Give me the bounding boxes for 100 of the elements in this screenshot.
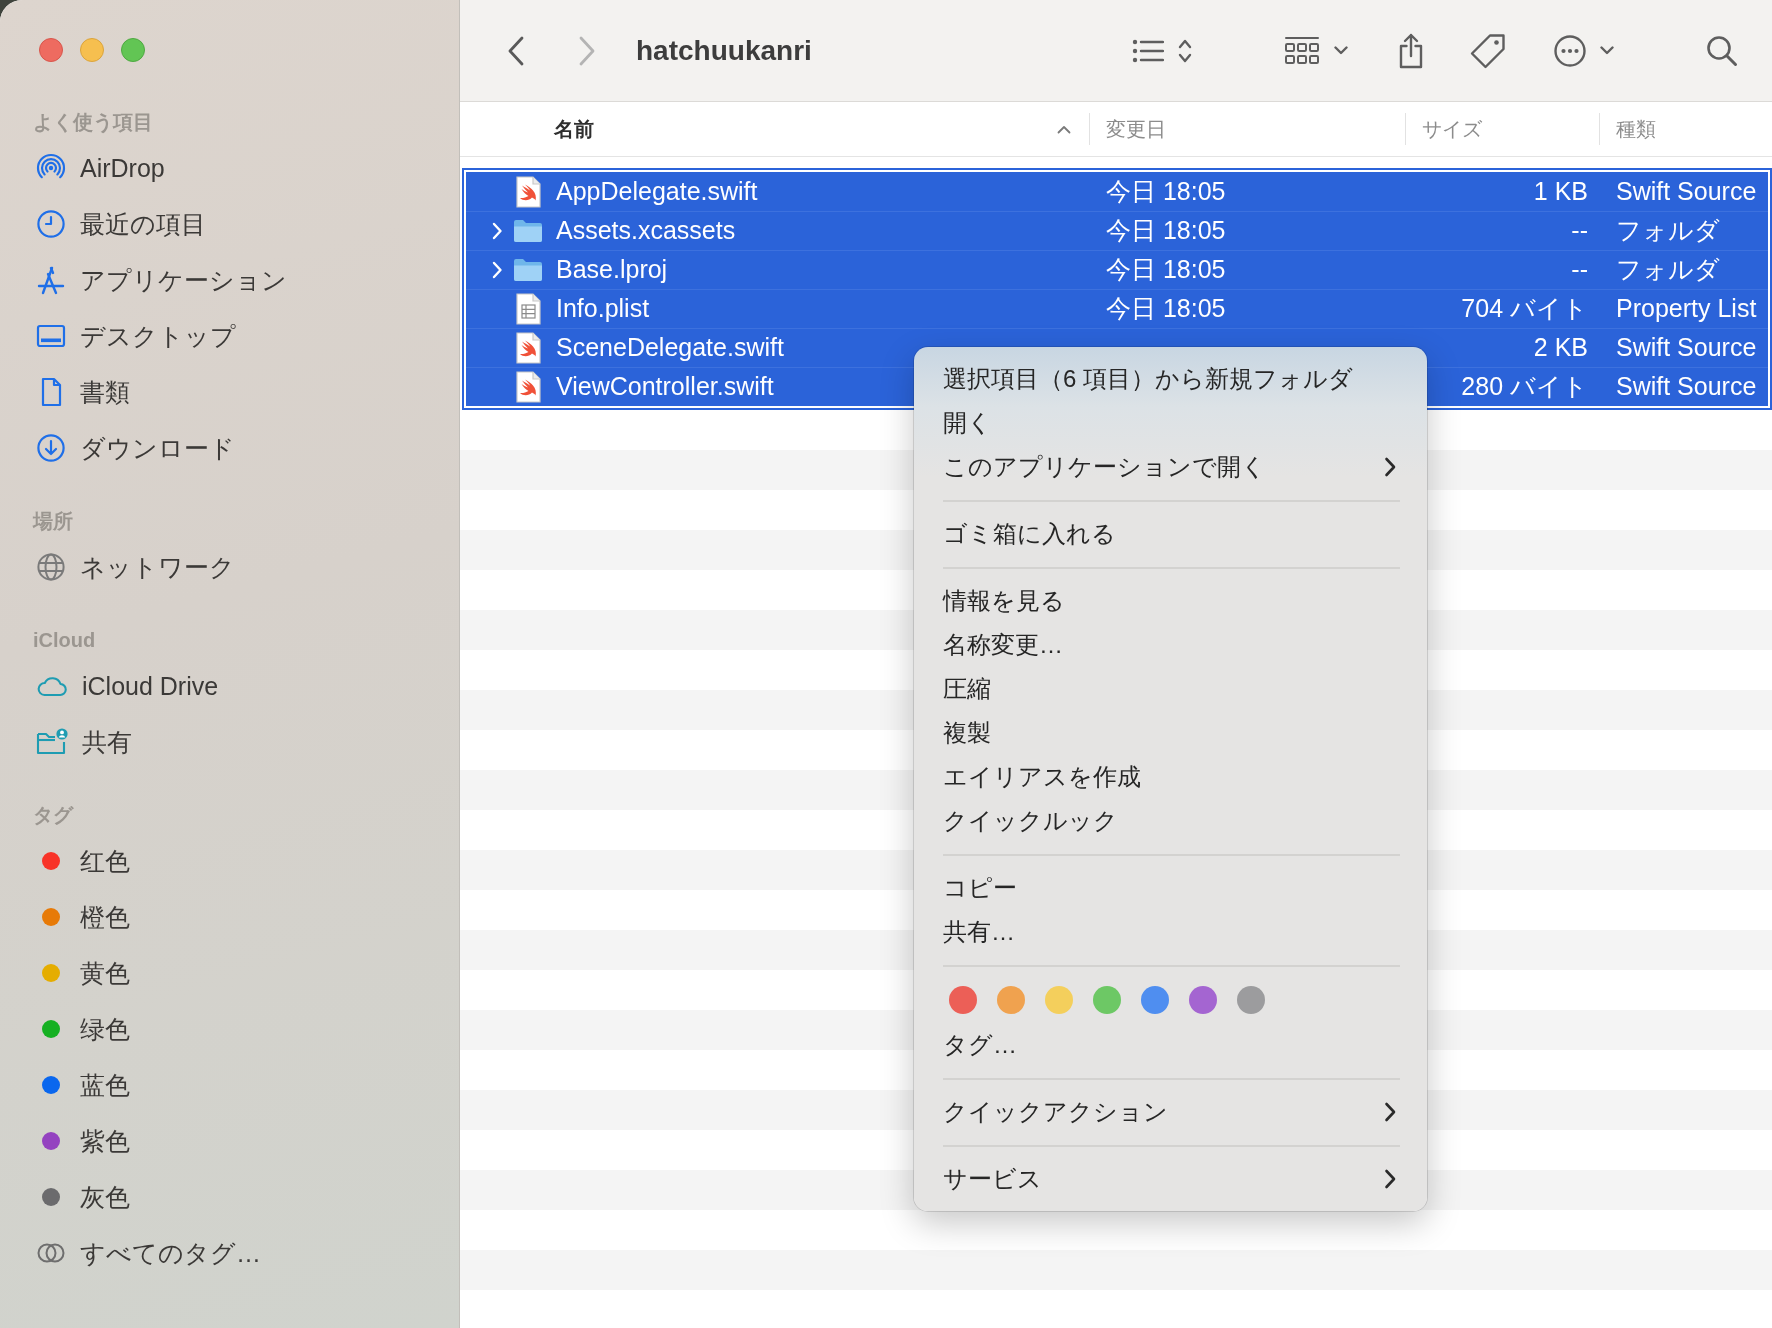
source-file-icon [514,175,542,208]
sidebar-item[interactable]: 紫色 [0,1113,459,1169]
sidebar-item[interactable]: ダウンロード [0,420,459,476]
modified-date: 今日 18:05 [1106,294,1226,322]
menu-item[interactable]: エイリアスを作成 [914,755,1427,799]
globe-icon [36,552,66,582]
file-name: ViewController.swift [556,372,774,401]
close-button[interactable] [39,38,63,62]
sidebar-section-title: タグ [33,802,73,828]
menu-item[interactable]: クイックアクション [914,1090,1427,1134]
zoom-button[interactable] [121,38,145,62]
file-size: 2 KB [1533,333,1588,361]
modified-date: 今日 18:05 [1106,177,1226,205]
chevron-right-icon [578,35,596,66]
tag-dot-icon[interactable] [1189,986,1217,1014]
file-name: Info.plist [556,294,650,323]
sidebar-item[interactable]: 蓝色 [0,1057,459,1113]
file-kind: Property List [1616,294,1757,322]
column-header[interactable]: 種類 [1600,113,1772,145]
tag-dot-icon[interactable] [949,986,977,1014]
sidebar-item[interactable]: アプリケーション [0,252,459,308]
tag-dot-icon[interactable] [1045,986,1073,1014]
sort-caret-icon [1057,124,1071,134]
column-header[interactable]: 名前 [460,113,1090,145]
tag-dot-icon[interactable] [1141,986,1169,1014]
sidebar-item[interactable]: 書類 [0,364,459,420]
download-icon [36,433,66,463]
menu-item[interactable]: 名称変更… [914,623,1427,667]
sidebar-item[interactable]: 红色 [0,833,459,889]
clock-icon [36,209,66,239]
sidebar-item[interactable]: 黄色 [0,945,459,1001]
folder-title: hatchuukanri [636,34,812,67]
menu-item[interactable]: 情報を見る [914,579,1427,623]
sidebar-section-title: iCloud [33,628,96,652]
file-name: Assets.xcassets [556,216,736,245]
menu-item[interactable]: 複製 [914,711,1427,755]
sidebar-item[interactable]: すべてのタグ… [0,1225,459,1281]
menu-item[interactable]: タグ… [914,1023,1427,1067]
tag-icon [1470,32,1506,69]
chevron-left-icon [507,35,525,66]
file-name: SceneDelegate.swift [556,333,784,362]
submenu-chevron-icon [1384,457,1396,477]
tag-dot-icon[interactable] [1093,986,1121,1014]
submenu-chevron-icon [1384,1102,1396,1122]
ellipsis-circle-icon [1554,34,1586,67]
file-size: -- [1571,255,1588,283]
applications-icon [36,265,66,295]
modified-date: 今日 18:05 [1106,255,1226,283]
file-name: Base.lproj [556,255,668,284]
source-file-icon [514,331,542,364]
sidebar-item[interactable]: 橙色 [0,889,459,945]
file-size: 704 バイト [1461,294,1588,322]
sidebar-section-title: よく使う項目 [33,109,153,135]
menu-item[interactable]: 共有… [914,910,1427,954]
sidebar-item[interactable]: 绿色 [0,1001,459,1057]
menu-item[interactable]: このアプリケーションで開く [914,445,1427,489]
disclosure-chevron-icon[interactable] [491,221,503,240]
file-row[interactable]: AppDelegate.swift 今日 18:05 1 KB Swift Source [466,172,1768,211]
list-document-icon [514,292,542,325]
file-size: 280 バイト [1461,372,1588,400]
chevron-down-icon [1334,46,1348,55]
chevron-down-icon [1600,46,1614,55]
sidebar-section-title: 場所 [33,508,73,534]
sidebar-item[interactable]: ネットワーク [0,539,459,595]
sidebar-item[interactable]: AirDrop [0,140,459,196]
submenu-chevron-icon [1384,1169,1396,1189]
up-down-chevron-icon [1178,37,1192,64]
file-kind: フォルダ [1616,216,1720,244]
sidebar-item[interactable]: 最近の項目 [0,196,459,252]
folder-icon [513,256,543,283]
menu-item[interactable]: サービス [914,1157,1427,1201]
file-name: AppDelegate.swift [556,177,758,206]
file-size: -- [1571,216,1588,244]
file-kind: Swift Source [1616,372,1757,400]
file-kind: Swift Source [1616,333,1757,361]
sidebar-item[interactable]: iCloud Drive [0,658,459,714]
search-icon [1706,34,1738,67]
folder-icon [513,217,543,244]
file-size: 1 KB [1533,177,1588,205]
share-icon [1398,32,1424,69]
file-row[interactable]: Base.lproj 今日 18:05 -- フォルダ [466,250,1768,289]
file-kind: Swift Source [1616,177,1757,205]
shared-folder-icon [36,727,68,757]
sidebar-item[interactable]: 灰色 [0,1169,459,1225]
menu-item[interactable]: ゴミ箱に入れる [914,512,1427,556]
sidebar-item[interactable]: 共有 [0,714,459,770]
menu-item[interactable]: クイックルック [914,799,1427,843]
file-row[interactable]: Assets.xcassets 今日 18:05 -- フォルダ [466,211,1768,250]
sidebar-item[interactable]: デスクトップ [0,308,459,364]
list-icon [1132,37,1164,64]
tag-dot-icon[interactable] [1237,986,1265,1014]
disclosure-chevron-icon[interactable] [491,260,503,279]
tag-dot-icon[interactable] [997,986,1025,1014]
file-kind: フォルダ [1616,255,1720,283]
menu-item[interactable]: コピー [914,866,1427,910]
grid-icon [1284,35,1320,66]
source-file-icon [514,370,542,403]
modified-date: 今日 18:05 [1106,216,1226,244]
menu-item[interactable]: 圧縮 [914,667,1427,711]
file-row[interactable]: Info.plist 今日 18:05 704 バイト Property List [466,289,1768,328]
